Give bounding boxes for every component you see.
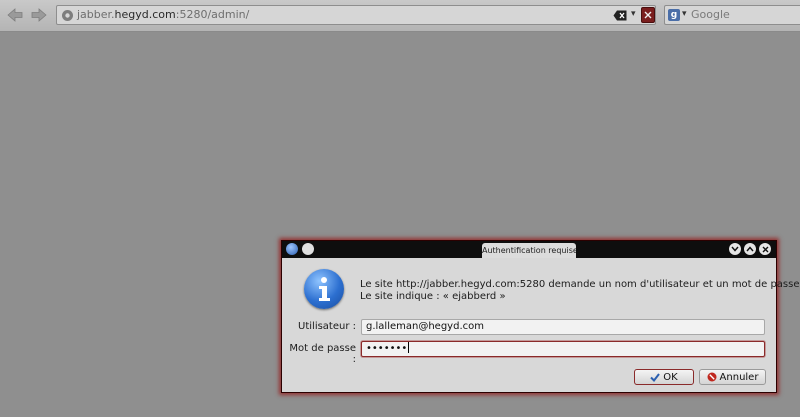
- back-button[interactable]: [6, 6, 24, 24]
- info-icon: [304, 269, 344, 309]
- auth-message: Le site http://jabber.hegyd.com:5280 dem…: [360, 279, 800, 303]
- browser-toolbar: jabber.hegyd.com:5280/admin/ ▾ g ▾ Googl…: [0, 0, 800, 32]
- app-icon[interactable]: [286, 243, 298, 255]
- chevron-down-icon: [731, 246, 739, 252]
- maximize-button[interactable]: [744, 243, 756, 255]
- message-line-1: Le site http://jabber.hegyd.com:5280 dem…: [360, 279, 800, 290]
- minimize-button[interactable]: [729, 243, 741, 255]
- url-suffix: :5280/admin/: [175, 8, 250, 21]
- close-icon: [644, 11, 652, 19]
- url-prefix: jabber.: [77, 8, 115, 21]
- no-entry-icon: [707, 372, 717, 382]
- close-button[interactable]: [759, 243, 771, 255]
- url-host: hegyd.com: [114, 8, 176, 21]
- auth-dialog: Authentification requise Le site http://…: [281, 240, 800, 393]
- username-input[interactable]: g.lalleman@hegyd.com: [361, 319, 765, 335]
- dialog-titlebar[interactable]: Authentification requise: [282, 241, 776, 258]
- arrow-right-icon: [31, 8, 47, 22]
- url-text[interactable]: jabber.hegyd.com:5280/admin/: [77, 8, 249, 21]
- username-label: Utilisateur :: [298, 321, 356, 332]
- url-history-dropdown[interactable]: ▾: [631, 9, 636, 19]
- search-engine-icon[interactable]: g: [668, 9, 680, 21]
- search-bar[interactable]: g ▾ Google: [664, 5, 800, 25]
- cancel-label: Annuler: [719, 371, 759, 383]
- stop-button[interactable]: [641, 7, 655, 23]
- ok-label: OK: [663, 371, 678, 383]
- ok-button[interactable]: OK: [634, 369, 694, 385]
- globe-icon: [62, 10, 73, 21]
- text-caret: [408, 342, 410, 353]
- search-engine-dropdown[interactable]: ▾: [682, 9, 687, 19]
- forward-button[interactable]: [30, 6, 48, 24]
- close-icon: [762, 246, 768, 252]
- password-input[interactable]: •••••••: [361, 341, 765, 357]
- password-mask: •••••••: [366, 343, 408, 354]
- pin-icon[interactable]: [302, 243, 314, 255]
- search-input[interactable]: Google: [691, 8, 730, 21]
- url-bar[interactable]: jabber.hegyd.com:5280/admin/ ▾: [56, 5, 656, 25]
- arrow-left-icon: [7, 8, 23, 22]
- dialog-title: Authentification requise: [482, 243, 576, 258]
- password-label: Mot de passe :: [289, 343, 356, 365]
- cancel-button[interactable]: Annuler: [699, 369, 766, 385]
- backspace-icon[interactable]: [613, 10, 627, 21]
- message-line-2: Le site indique : « ejabberd »: [360, 291, 506, 302]
- chevron-up-icon: [746, 246, 754, 252]
- check-icon: [650, 372, 661, 382]
- info-glyph: [319, 277, 330, 301]
